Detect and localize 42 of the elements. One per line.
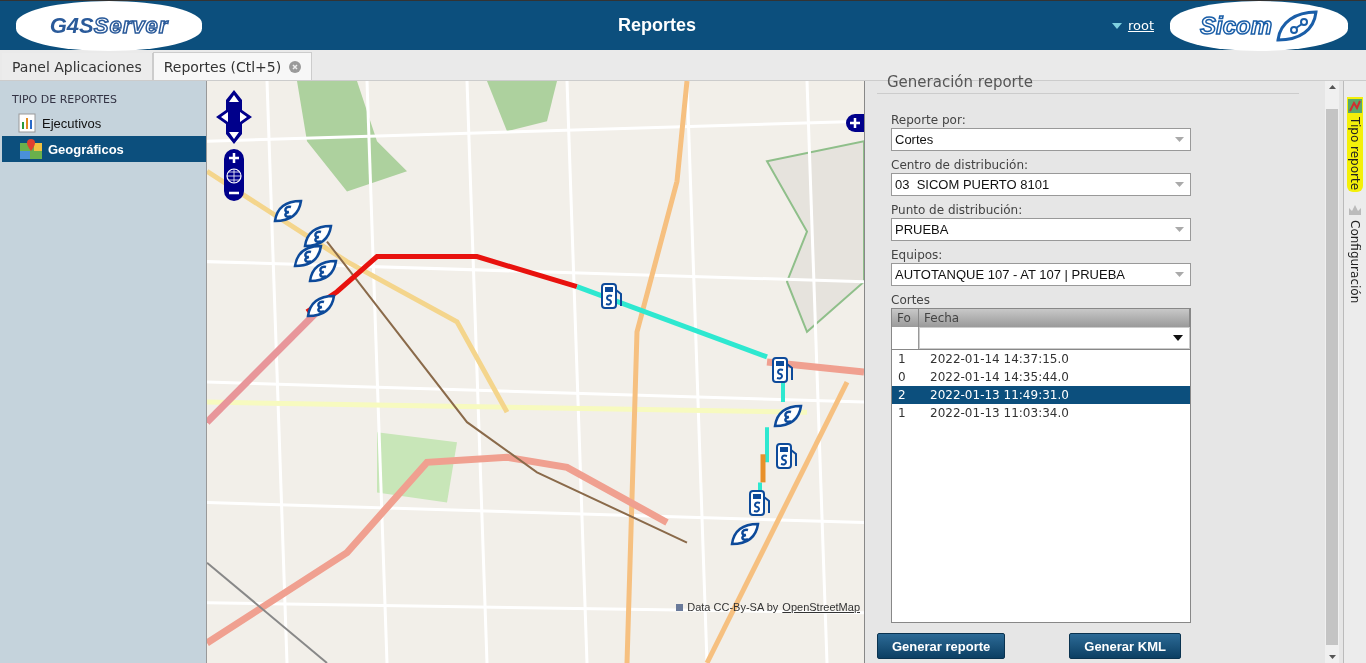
- tab[interactable]: Reportes (Ctl+5): [152, 52, 313, 80]
- field-label: Punto de distribución:: [891, 203, 1024, 218]
- attribution-text: Data CC-By-SA by: [687, 601, 779, 613]
- table-cell: 2022-01-13 11:49:31.0: [930, 388, 1069, 402]
- column-header[interactable]: Fo: [892, 309, 919, 327]
- side-tab[interactable]: Tipo reporte: [1347, 97, 1363, 193]
- table-cell-text: 1: [898, 406, 907, 420]
- sidebar-heading: TIPO DE REPORTES: [11, 92, 119, 108]
- table-cell-text: 0: [898, 370, 907, 384]
- panel-title: Generación reporte: [877, 73, 1299, 94]
- generate-button[interactable]: Generar KML: [1069, 633, 1181, 659]
- dropdown-field[interactable]: PRUEBA: [891, 218, 1191, 241]
- grid-row[interactable]: 1 2022-01-13 11:03:34.0: [892, 404, 1190, 422]
- dropdown-field[interactable]: AUTOTANQUE 107 - AT 107 | PRUEBA: [891, 263, 1191, 286]
- sidebar-item[interactable]: Ejecutivos: [0, 110, 206, 136]
- tab-label: Reportes (Ctl+5): [163, 58, 282, 75]
- dropdown-field[interactable]: 03 SICOM PUERTO 8101: [891, 173, 1191, 196]
- table-cell-text: 2: [898, 388, 907, 402]
- table-cell: 2022-01-14 14:35:44.0: [930, 370, 1069, 384]
- side-tab[interactable]: Configuración: [1347, 200, 1363, 306]
- table-cell: 2022-01-14 14:37:15.0: [930, 352, 1069, 366]
- grid-row[interactable]: 2 2022-01-13 11:49:31.0: [892, 386, 1190, 404]
- sidebar-item[interactable]: Geográficos: [2, 136, 206, 162]
- table-cell: 2022-01-13 11:03:34.0: [930, 406, 1069, 420]
- column-header[interactable]: Fecha: [919, 309, 1190, 327]
- dropdown-field[interactable]: Cortes: [891, 128, 1191, 151]
- grid-label: Cortes: [891, 293, 931, 308]
- grid-row[interactable]: 0 2022-01-14 14:35:44.0: [892, 368, 1190, 386]
- grid-row[interactable]: 1 2022-01-14 14:37:15.0: [892, 350, 1190, 368]
- map-view[interactable]: Data CC-By-SA by OpenStreetMap: [207, 81, 865, 663]
- attribution-link[interactable]: OpenStreetMap: [782, 601, 860, 613]
- tab-label: Panel Aplicaciones: [12, 58, 142, 75]
- field-label: Equipos:: [891, 248, 944, 263]
- generate-button[interactable]: Generar reporte: [877, 633, 1006, 659]
- field-label: Centro de distribución:: [891, 158, 1030, 173]
- field-label: Reporte por:: [891, 113, 967, 128]
- logo-text: G4S: [49, 12, 94, 39]
- logo-text: Server: [93, 12, 169, 39]
- page-title: Reportes: [616, 15, 697, 36]
- table-cell-text: 1: [898, 352, 907, 366]
- logo-text: Sicom: [1200, 11, 1272, 40]
- user-link[interactable]: root: [1127, 18, 1154, 33]
